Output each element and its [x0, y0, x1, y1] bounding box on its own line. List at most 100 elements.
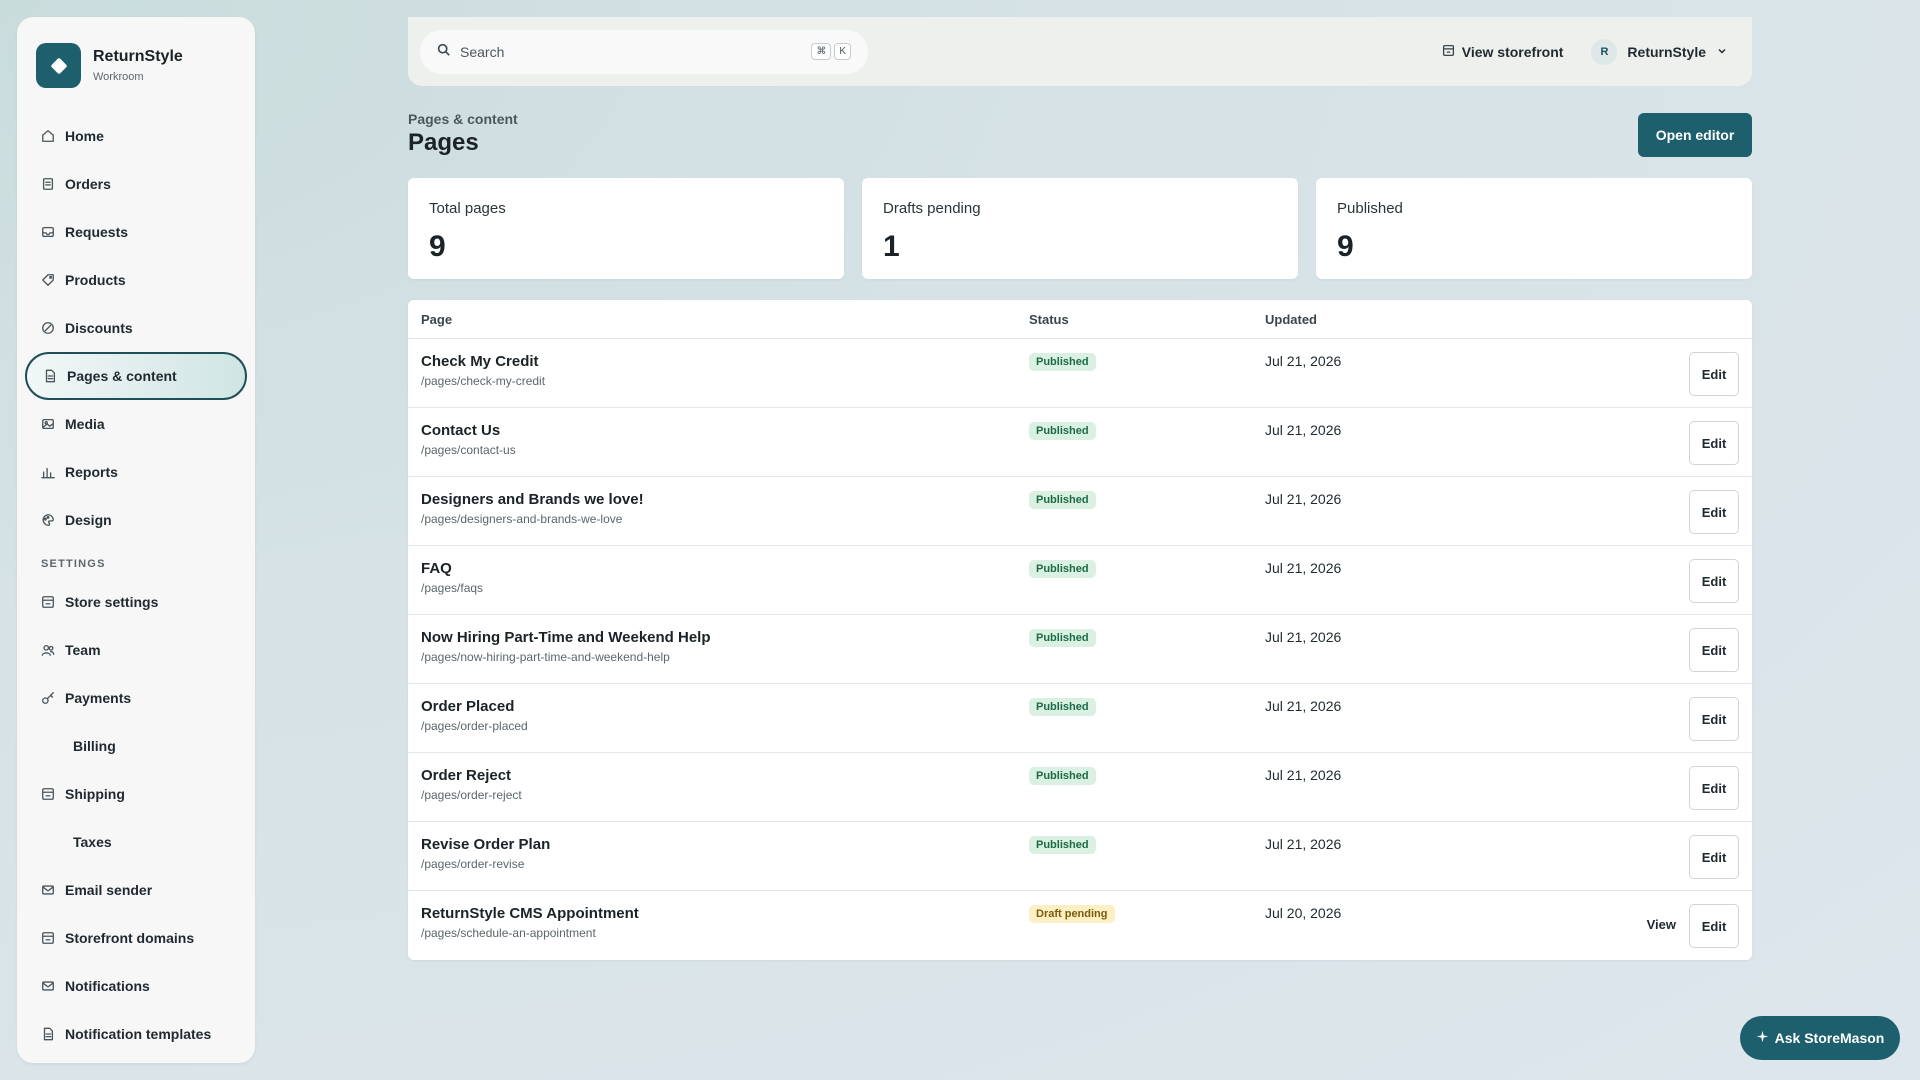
updated-date: Jul 21, 2026	[1265, 422, 1342, 438]
status-badge: Published	[1029, 629, 1096, 647]
ask-storemason-button[interactable]: Ask StoreMason	[1740, 1016, 1900, 1060]
updated-date: Jul 21, 2026	[1265, 353, 1342, 369]
account-menu[interactable]: R ReturnStyle	[1591, 38, 1728, 65]
stat-card-drafts-pending: Drafts pending 1	[862, 178, 1298, 279]
edit-button[interactable]: Edit	[1689, 559, 1739, 603]
mail-icon	[41, 979, 55, 993]
edit-button[interactable]: Edit	[1689, 835, 1739, 879]
search-placeholder: Search	[460, 43, 505, 60]
page-title-cell[interactable]: Designers and Brands we love!	[421, 491, 644, 508]
status-badge: Draft pending	[1029, 905, 1115, 923]
sidebar-item-store-settings[interactable]: Store settings	[25, 578, 247, 626]
page-slug: /pages/contact-us	[421, 443, 516, 457]
page-title-cell[interactable]: ReturnStyle CMS Appointment	[421, 905, 639, 922]
page-slug: /pages/order-reject	[421, 788, 522, 802]
shortcut-key-k: K	[834, 43, 851, 60]
edit-button[interactable]: Edit	[1689, 697, 1739, 741]
sparkle-icon	[1756, 1030, 1769, 1046]
store-icon	[41, 931, 55, 945]
sidebar-item-label: Products	[65, 272, 126, 288]
edit-button[interactable]: Edit	[1689, 628, 1739, 672]
table-row: FAQ/pages/faqs Published Jul 21, 2026 Edit	[408, 546, 1752, 615]
search-icon	[437, 43, 450, 61]
sidebar-item-taxes[interactable]: Taxes	[25, 818, 247, 866]
sidebar-nav: Home Orders Requests Products Discounts Pages…	[25, 112, 247, 544]
settings-section-label: SETTINGS	[41, 558, 106, 570]
home-icon	[41, 129, 55, 143]
updated-date: Jul 20, 2026	[1265, 905, 1342, 921]
page-slug: /pages/faqs	[421, 581, 484, 595]
sidebar-item-media[interactable]: Media	[25, 400, 247, 448]
page-title-cell[interactable]: Now Hiring Part-Time and Weekend Help	[421, 629, 711, 646]
sidebar-item-products[interactable]: Products	[25, 256, 247, 304]
sidebar-item-label: Notifications	[65, 978, 150, 994]
table-header: Page Status Updated	[408, 300, 1752, 339]
page-title-cell[interactable]: Contact Us	[421, 422, 500, 439]
status-badge: Published	[1029, 422, 1096, 440]
column-header-status: Status	[1029, 311, 1069, 327]
view-storefront-link[interactable]: View storefront	[1442, 44, 1563, 60]
sidebar-item-email-sender[interactable]: Email sender	[25, 866, 247, 914]
sidebar-item-requests[interactable]: Requests	[25, 208, 247, 256]
shortcut-key-cmd: ⌘	[811, 43, 832, 60]
brand-name: ReturnStyle	[93, 48, 183, 65]
page-title-cell[interactable]: Order Placed	[421, 698, 514, 715]
users-icon	[41, 643, 55, 657]
open-editor-button[interactable]: Open editor	[1638, 113, 1752, 157]
table-row: Revise Order Plan/pages/order-revise Publ…	[408, 822, 1752, 891]
page-title-cell[interactable]: Check My Credit	[421, 353, 539, 370]
bar-chart-icon	[41, 465, 55, 479]
sidebar-item-billing[interactable]: Billing	[25, 722, 247, 770]
brand[interactable]: ReturnStyle Workroom	[25, 43, 247, 88]
edit-button[interactable]: Edit	[1689, 766, 1739, 810]
store-icon	[41, 787, 55, 801]
pages-table: Page Status Updated Check My Credit/page…	[408, 300, 1752, 960]
view-button[interactable]: View	[1647, 917, 1676, 932]
avatar: R	[1591, 38, 1618, 65]
sidebar-item-label: Email sender	[65, 882, 153, 898]
sidebar-item-design[interactable]: Design	[25, 496, 247, 544]
breadcrumb[interactable]: Pages & content	[408, 111, 518, 127]
updated-date: Jul 21, 2026	[1265, 767, 1342, 783]
page-title-cell[interactable]: Order Reject	[421, 767, 511, 784]
column-header-page: Page	[421, 311, 453, 327]
page-title-cell[interactable]: FAQ	[421, 560, 452, 577]
sidebar-item-label: Store settings	[65, 594, 159, 610]
edit-button[interactable]: Edit	[1689, 421, 1739, 465]
updated-date: Jul 21, 2026	[1265, 491, 1342, 507]
sidebar-item-storefront-domains[interactable]: Storefront domains	[25, 914, 247, 962]
sidebar-item-home[interactable]: Home	[25, 112, 247, 160]
sidebar-item-notifications[interactable]: Notifications	[25, 962, 247, 1010]
chevron-down-icon	[1716, 44, 1728, 60]
page-slug: /pages/order-placed	[421, 719, 528, 733]
edit-button[interactable]: Edit	[1689, 904, 1739, 948]
stat-label: Drafts pending	[883, 200, 981, 217]
page-title: Pages	[408, 129, 479, 156]
account-name: ReturnStyle	[1627, 43, 1706, 60]
mail-icon	[41, 883, 55, 897]
sidebar-item-notification-templates[interactable]: Notification templates	[25, 1010, 247, 1058]
sidebar-item-pages-and-content[interactable]: Pages & content	[25, 352, 247, 400]
edit-button[interactable]: Edit	[1689, 352, 1739, 396]
sidebar-item-label: Home	[65, 128, 104, 144]
sidebar-item-label: Team	[65, 642, 101, 658]
page-slug: /pages/order-revise	[421, 857, 525, 871]
sidebar-item-discounts[interactable]: Discounts	[25, 304, 247, 352]
column-header-updated: Updated	[1265, 311, 1317, 327]
percent-icon	[41, 321, 55, 335]
page-slug: /pages/schedule-an-appointment	[421, 926, 596, 940]
search-shortcut: ⌘ K	[811, 43, 851, 60]
image-icon	[41, 417, 55, 431]
sidebar-item-reports[interactable]: Reports	[25, 448, 247, 496]
sidebar-item-shipping[interactable]: Shipping	[25, 770, 247, 818]
topbar: Search ⌘ K View storefront R ReturnStyle	[408, 17, 1752, 86]
sidebar-item-payments[interactable]: Payments	[25, 674, 247, 722]
edit-button[interactable]: Edit	[1689, 490, 1739, 534]
search-input[interactable]: Search ⌘ K	[420, 29, 868, 74]
ask-storemason-label: Ask StoreMason	[1774, 1030, 1885, 1046]
sidebar-item-team[interactable]: Team	[25, 626, 247, 674]
table-row: Order Reject/pages/order-reject Published…	[408, 753, 1752, 822]
inbox-icon	[41, 225, 55, 239]
page-title-cell[interactable]: Revise Order Plan	[421, 836, 550, 853]
sidebar-item-orders[interactable]: Orders	[25, 160, 247, 208]
